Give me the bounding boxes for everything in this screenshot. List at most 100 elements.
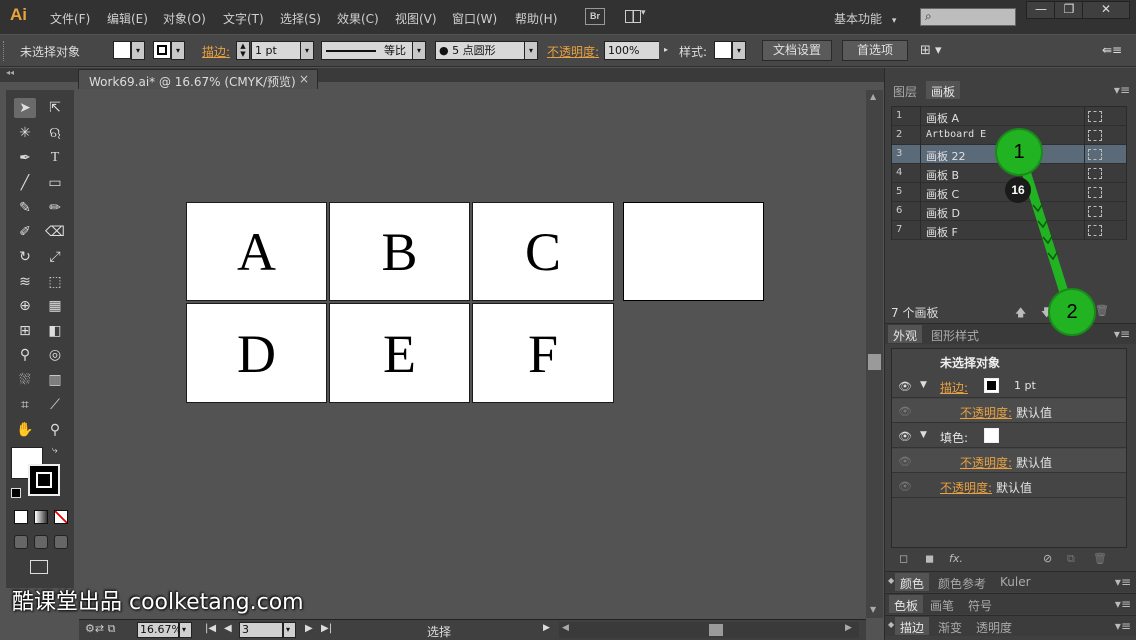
appearance-row-stroke[interactable]: 👁 ▼ 描边: 1 pt	[892, 374, 1126, 398]
zoom-input[interactable]: 16.67%	[137, 622, 182, 638]
menu-select[interactable]: 选择(S)	[280, 10, 321, 27]
eyedropper-tool-icon[interactable]: ⚲	[14, 345, 36, 365]
selection-tool-icon[interactable]: ➤	[14, 98, 36, 118]
magic-wand-tool-icon[interactable]: ✳	[14, 123, 36, 143]
artboard-row[interactable]: 2 Artboard E	[892, 126, 1126, 145]
bridge-button[interactable]: Br	[585, 8, 605, 25]
brush-select[interactable]: ● 5 点圆形	[435, 41, 525, 60]
artboard-options-icon[interactable]	[1088, 168, 1102, 179]
paintbrush-tool-icon[interactable]: ✎	[14, 198, 36, 218]
fill-attr-label[interactable]: 填色:	[940, 429, 968, 446]
prev-page-icon[interactable]: ◀	[224, 623, 232, 634]
add-stroke-icon[interactable]: ◻	[899, 552, 908, 565]
stroke-panel-menu-icon[interactable]: ▾≡	[1115, 619, 1131, 633]
canvas[interactable]: A B C D E F	[79, 90, 865, 618]
symbol-sprayer-tool-icon[interactable]: ⛆	[14, 370, 36, 390]
close-window-button[interactable]: ✕	[1082, 1, 1130, 19]
menu-effect[interactable]: 效果(C)	[337, 10, 379, 27]
appearance-panel-menu-icon[interactable]: ▾≡	[1114, 327, 1130, 341]
artboard-a[interactable]: A	[186, 202, 327, 301]
pencil-tool-icon[interactable]: ✏	[44, 198, 66, 218]
opacity-attr-label[interactable]: 不透明度:	[940, 479, 992, 496]
type-tool-icon[interactable]: T	[44, 148, 66, 168]
artboard-f[interactable]: F	[472, 303, 614, 403]
add-fill-icon[interactable]: ◼	[925, 552, 934, 565]
stroke-weight-stepper[interactable]: ▲ ▼	[236, 41, 250, 60]
page-dropdown[interactable]: ▾	[283, 622, 296, 638]
stroke-weight-input[interactable]: 1 pt	[251, 41, 301, 60]
direct-selection-tool-icon[interactable]: ⇱	[44, 98, 66, 118]
tab-appearance[interactable]: 外观	[888, 325, 923, 343]
duplicate-item-icon[interactable]: ⧉	[1067, 552, 1075, 566]
draw-behind-icon[interactable]	[34, 535, 48, 549]
document-tab[interactable]: Work69.ai* @ 16.67% (CMYK/预览) ×	[78, 69, 318, 89]
arrange-documents-button[interactable]: ▾	[625, 8, 653, 25]
stroke-color-box[interactable]	[28, 464, 60, 496]
artboard-tool-icon[interactable]: ⌗	[14, 395, 36, 415]
none-mode-icon[interactable]	[54, 510, 68, 524]
close-tab-icon[interactable]: ×	[299, 72, 309, 86]
artboard-options-icon[interactable]	[1088, 206, 1102, 217]
artboard-row-selected[interactable]: 3 画板 22	[892, 145, 1126, 164]
eye-icon[interactable]: 👁	[898, 430, 912, 443]
horizontal-scrollbar[interactable]: ◀ ▶	[559, 622, 859, 638]
rotate-tool-icon[interactable]: ↻	[14, 247, 36, 267]
last-page-icon[interactable]: ▶|	[321, 623, 332, 634]
stroke-swatch[interactable]	[153, 41, 171, 59]
workspace-switcher[interactable]: 基本功能 ▾	[834, 10, 896, 27]
artboard-e[interactable]: E	[329, 303, 470, 403]
search-input[interactable]: ⌕	[920, 8, 1016, 26]
artboard-options-icon[interactable]	[1088, 187, 1102, 198]
tab-symbols[interactable]: 符号	[963, 595, 997, 613]
move-up-icon[interactable]: 🡅	[1015, 304, 1026, 323]
eye-icon[interactable]: 👁	[898, 380, 912, 393]
mesh-tool-icon[interactable]: ⊞	[14, 321, 36, 341]
appearance-row-opacity[interactable]: 👁 不透明度: 默认值	[892, 474, 1126, 498]
artboard-d[interactable]: D	[186, 303, 327, 403]
column-graph-tool-icon[interactable]: ▥	[44, 370, 66, 390]
tab-gradient[interactable]: 渐变	[933, 617, 967, 635]
perspective-grid-tool-icon[interactable]: ▦	[44, 296, 66, 316]
artboard-c[interactable]: C	[472, 202, 614, 301]
stroke-profile-select[interactable]: 等比	[321, 41, 413, 60]
swatches-panel-menu-icon[interactable]: ▾≡	[1115, 597, 1131, 611]
lasso-tool-icon[interactable]: ଋ	[44, 123, 66, 143]
appearance-row-stroke-opacity[interactable]: 👁 不透明度: 默认值	[892, 399, 1126, 423]
restore-button[interactable]: ❐	[1054, 1, 1084, 19]
first-page-icon[interactable]: |◀	[205, 623, 216, 634]
hand-tool-icon[interactable]: ✋	[14, 420, 36, 440]
expand-arrows-icon[interactable]: ◆	[888, 620, 894, 629]
stroke-weight-dropdown[interactable]: ▾	[300, 41, 314, 60]
tab-kuler[interactable]: Kuler	[995, 573, 1036, 591]
panel-menu-icon[interactable]: ⇚≡	[1102, 43, 1122, 57]
gradient-mode-icon[interactable]	[34, 510, 48, 524]
draw-normal-icon[interactable]	[14, 535, 28, 549]
appearance-row-fill-opacity[interactable]: 👁 不透明度: 默认值	[892, 449, 1126, 473]
color-mode-icon[interactable]	[14, 510, 28, 524]
artboard-row[interactable]: 6 画板 D	[892, 202, 1126, 221]
tab-color-guide[interactable]: 颜色参考	[933, 573, 991, 591]
artboard-row[interactable]: 1 画板 A	[892, 107, 1126, 126]
gradient-tool-icon[interactable]: ◧	[44, 321, 66, 341]
brush-dropdown[interactable]: ▾	[524, 41, 538, 60]
fill-dropdown-arrow[interactable]: ▾	[131, 41, 145, 60]
move-down-icon[interactable]: 🡇	[1041, 304, 1052, 323]
width-tool-icon[interactable]: ≋	[14, 272, 36, 292]
align-options-icon[interactable]: ⊞ ▾	[920, 43, 942, 58]
tab-graphic-styles[interactable]: 图形样式	[926, 325, 984, 343]
tab-brushes[interactable]: 画笔	[925, 595, 959, 613]
swap-fill-stroke-icon[interactable]: ⤷	[52, 445, 58, 456]
slice-tool-icon[interactable]: ⟋	[44, 395, 66, 415]
stroke-attr-label[interactable]: 描边:	[940, 379, 968, 396]
scroll-up-icon[interactable]: ▲	[870, 92, 876, 101]
horizontal-scroll-thumb[interactable]	[709, 624, 723, 636]
scroll-down-icon[interactable]: ▼	[870, 605, 876, 614]
color-panel-menu-icon[interactable]: ▾≡	[1115, 575, 1131, 589]
tab-color[interactable]: 颜色	[895, 573, 930, 591]
stroke-opacity-label[interactable]: 不透明度:	[960, 404, 1012, 421]
style-dropdown[interactable]: ▾	[732, 41, 746, 60]
menu-object[interactable]: 对象(O)	[163, 10, 206, 27]
vertical-scroll-thumb[interactable]	[868, 354, 881, 370]
artboard-options-icon[interactable]	[1088, 111, 1102, 122]
tab-artboards[interactable]: 画板	[926, 81, 961, 99]
